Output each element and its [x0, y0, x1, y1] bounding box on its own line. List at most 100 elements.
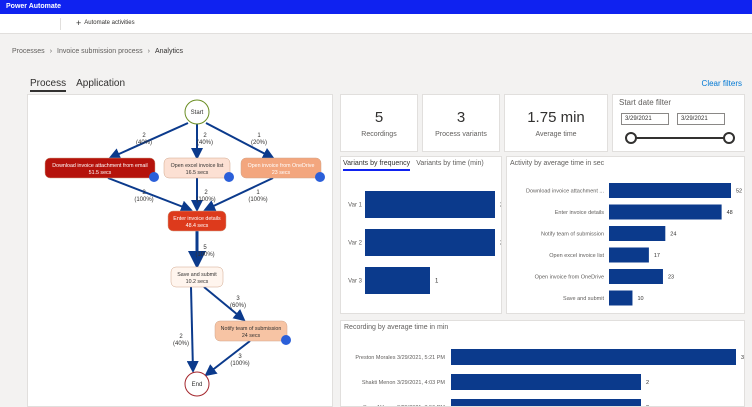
bar-category-label: Save and submit	[563, 296, 604, 302]
flow-edge-count: 1	[257, 133, 261, 139]
app-title: Power Automate	[6, 3, 61, 10]
flow-activity-time: 23 secs	[272, 170, 291, 176]
flow-activity-time: 24 secs	[242, 333, 261, 339]
bar	[609, 226, 666, 241]
variants-tabs: Variants by frequency Variants by time (…	[343, 160, 484, 171]
app-badge-icon	[224, 172, 234, 182]
bar	[609, 269, 663, 284]
clear-filters-link[interactable]: Clear filters	[702, 79, 742, 88]
date-slider-start-handle[interactable]	[625, 132, 637, 144]
flow-activity-time: 16.5 secs	[186, 170, 209, 176]
bar	[609, 204, 722, 220]
variants-value: 3	[456, 108, 466, 126]
flow-edge-percent: (20%)	[251, 140, 267, 146]
bar-category-label: Var 1	[348, 203, 363, 209]
bar-value-label: 23	[668, 275, 674, 281]
automate-activities-label: Automate activities	[84, 20, 135, 26]
recordings-card: 5 Recordings	[340, 94, 418, 152]
flow-edge-count: 1	[256, 190, 260, 196]
flow-edge-percent: (100%)	[248, 197, 267, 203]
recordings-label: Recordings	[361, 130, 397, 138]
flow-edge-count: 2	[203, 133, 207, 139]
app-badge-icon	[315, 172, 325, 182]
flow-activity-time: 48.4 secs	[186, 223, 209, 229]
command-bar: + Automate activities	[0, 14, 752, 34]
breadcrumb: Processes › Invoice submission process ›…	[12, 48, 183, 55]
bar	[365, 191, 495, 218]
flow-activity-time: 51.5 secs	[89, 170, 112, 176]
breadcrumb-process[interactable]: Invoice submission process	[57, 48, 143, 55]
bar-category-label: Var 2	[348, 241, 363, 247]
flow-edge-percent: (100%)	[195, 252, 214, 258]
flow-edge-percent: (40%)	[197, 140, 213, 146]
automate-activities-button[interactable]: + Automate activities	[76, 18, 135, 28]
flow-activity-label: Open invoice from OneDrive	[248, 163, 315, 169]
variants-card: 3 Process variants	[422, 94, 500, 152]
bar	[609, 183, 731, 198]
bar-category-label: Var 3	[348, 279, 363, 285]
app-badge-icon	[281, 335, 291, 345]
bar	[451, 399, 641, 406]
flow-start-label: Start	[191, 110, 204, 116]
flow-end-label: End	[192, 382, 203, 388]
flow-edge-percent: (60%)	[230, 303, 246, 309]
flow-activity-label: Enter invoice details	[173, 216, 221, 222]
bar	[365, 229, 495, 256]
breadcrumb-processes[interactable]: Processes	[12, 48, 45, 55]
flow-edge-count: 2	[204, 190, 208, 196]
chevron-right-icon: ›	[49, 48, 53, 55]
tab-process[interactable]: Process	[30, 78, 67, 92]
bar-category-label: Open invoice from OneDrive	[535, 275, 604, 281]
view-tabs: Process Application	[30, 78, 125, 92]
flow-edge-count: 3	[238, 354, 242, 360]
flow-edge	[107, 177, 193, 213]
bar	[451, 349, 736, 365]
flow-activity-label: Download invoice attachment from email	[52, 163, 147, 169]
date-slider-end-handle[interactable]	[723, 132, 735, 144]
bar-category-label: Open excel invoice list	[549, 253, 604, 259]
flow-edge-percent: (100%)	[230, 361, 249, 367]
plus-icon: +	[76, 18, 82, 28]
bar-value-label: 2	[646, 405, 649, 406]
bar	[609, 247, 649, 263]
tab-variants-by-time[interactable]: Variants by time (min)	[416, 160, 484, 171]
date-filter-card: Start date filter 3/29/2021 3/29/2021	[612, 94, 745, 152]
flow-edge	[203, 177, 274, 212]
activity-title: Activity by average time in sec	[510, 160, 605, 167]
flow-edge-count: 5	[203, 245, 207, 251]
date-to-input[interactable]: 3/29/2021	[677, 113, 725, 125]
bar-category-label: Notify team of submission	[541, 232, 604, 238]
process-map: 2(40%)2(40%)1(20%)2(100%)2(100%)1(100%)5…	[44, 99, 325, 397]
bar	[609, 290, 633, 306]
recording-panel: Recording by average time in min Preston…	[340, 320, 745, 407]
bar-value-label: 2	[500, 241, 501, 247]
app-badge-icon	[149, 172, 159, 182]
average-time-card: 1.75 min Average time	[504, 94, 608, 152]
bar-category-label: Enter invoice details	[555, 210, 604, 216]
date-filter-title: Start date filter	[619, 98, 672, 107]
flow-edge-percent: (40%)	[173, 341, 189, 347]
recording-chart: Preston Morales 3/29/2021, 5:21 PM 3 Shakt…	[355, 349, 744, 406]
flow-edge-percent: (100%)	[196, 197, 215, 203]
average-time-label: Average time	[535, 130, 577, 138]
flow-edge-count: 3	[236, 296, 240, 302]
bar-value-label: 1	[435, 279, 439, 285]
bar-value-label: 24	[670, 232, 676, 238]
bar-value-label: 3	[741, 355, 744, 361]
variants-chart: Var 1 2 Var 2 2 Var 3 1	[348, 191, 501, 294]
activity-chart: Download invoice attachment ... 52 Enter i…	[526, 183, 742, 306]
chevron-right-icon: ›	[147, 48, 150, 55]
date-from-input[interactable]: 3/29/2021	[621, 113, 669, 125]
bar-category-label: Sean Nilsson 3/29/2021, 3:56 PM	[363, 405, 445, 406]
command-separator	[60, 18, 61, 30]
bar-category-label: Preston Morales 3/29/2021, 5:21 PM	[355, 355, 445, 361]
average-time-value: 1.75 min	[527, 108, 585, 126]
bar-value-label: 17	[654, 253, 660, 259]
flow-edge-percent: (40%)	[136, 140, 152, 146]
bar	[365, 267, 430, 294]
flow-edge-count: 2	[179, 334, 183, 340]
tab-application[interactable]: Application	[76, 78, 125, 92]
tab-variants-by-frequency[interactable]: Variants by frequency	[343, 160, 411, 171]
bar-category-label: Download invoice attachment ...	[526, 189, 604, 195]
flow-edge-percent: (100%)	[134, 197, 153, 203]
